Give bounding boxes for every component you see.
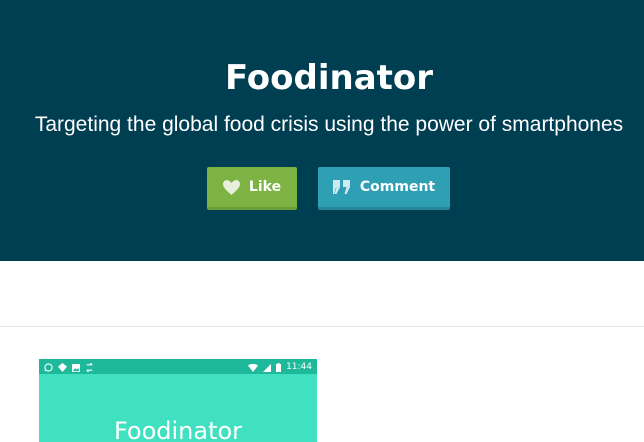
phone-status-bar: 11:44 bbox=[39, 359, 317, 374]
comment-button[interactable]: Comment bbox=[318, 167, 450, 210]
heart-icon bbox=[222, 179, 240, 195]
app-title: Foodinator bbox=[113, 417, 243, 442]
page-title: Foodinator bbox=[224, 58, 434, 98]
page-subtitle: Targeting the global food crisis using t… bbox=[34, 113, 624, 136]
app-screenshot: 11:44 Foodinator bbox=[39, 359, 317, 442]
quote-icon bbox=[332, 180, 351, 194]
comment-label: Comment bbox=[359, 179, 436, 195]
hero-banner: Foodinator Targeting the global food cri… bbox=[0, 0, 644, 261]
like-button[interactable]: Like bbox=[207, 167, 297, 210]
app-screen: Foodinator bbox=[39, 374, 317, 442]
section-divider bbox=[0, 326, 644, 327]
like-label: Like bbox=[248, 179, 282, 195]
status-time: 11:44 bbox=[286, 361, 312, 372]
